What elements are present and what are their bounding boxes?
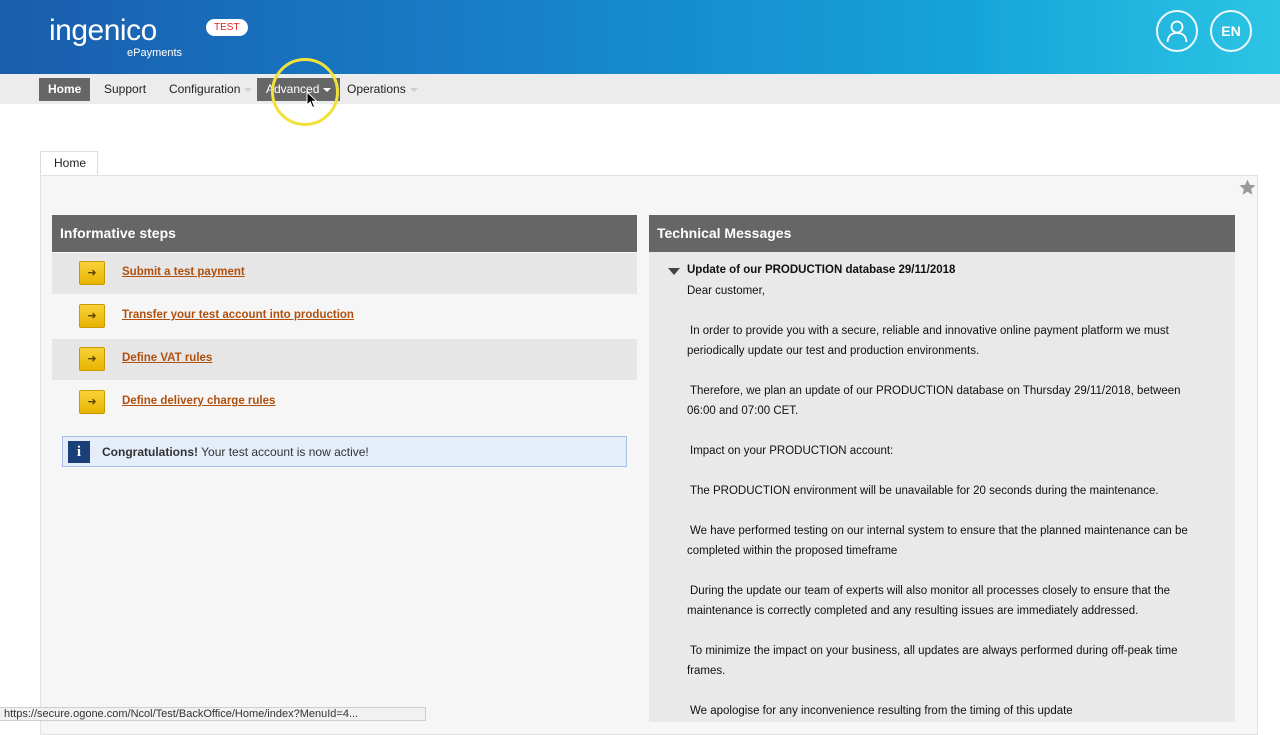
nav-configuration-label: Configuration	[169, 82, 241, 96]
technical-messages-title: Technical Messages	[649, 215, 1235, 252]
step-item: ➜ Submit a test payment	[52, 253, 637, 294]
favorite-star-icon[interactable]	[1238, 178, 1257, 197]
browser-status-url: https://secure.ogone.com/Ncol/Test/BackO…	[0, 707, 426, 721]
nav-support-label: Support	[104, 82, 147, 96]
logo-main-text: ingenico	[49, 14, 157, 47]
user-icon	[1166, 20, 1188, 43]
nav-home[interactable]: Home	[39, 78, 91, 101]
notice-strong: Congratulations!	[102, 445, 198, 459]
message-line: The PRODUCTION environment will be unava…	[690, 485, 1159, 497]
notice-body: Your test account is now active!	[198, 445, 369, 459]
message-title[interactable]: Update of our PRODUCTION database 29/11/…	[687, 264, 955, 276]
collapse-triangle-icon[interactable]	[668, 268, 680, 275]
message-line: In order to provide you with a secure, r…	[687, 325, 1169, 357]
submit-test-payment-link[interactable]: Submit a test payment	[122, 266, 245, 278]
technical-messages-body: Update of our PRODUCTION database 29/11/…	[649, 252, 1235, 722]
transfer-to-production-link[interactable]: Transfer your test account into producti…	[122, 309, 354, 321]
chevron-down-icon	[244, 87, 253, 92]
nav-operations-label: Operations	[347, 82, 406, 96]
step-item: ➜ Transfer your test account into produc…	[52, 296, 637, 337]
account-active-notice: i Congratulations! Your test account is …	[62, 436, 627, 467]
message-line: We have performed testing on our interna…	[687, 525, 1188, 557]
message-line: Impact on your PRODUCTION account:	[690, 445, 894, 457]
define-delivery-charge-rules-link[interactable]: Define delivery charge rules	[122, 395, 275, 407]
step-item: ➜ Define VAT rules	[52, 339, 637, 380]
click-highlight-ring	[271, 58, 339, 126]
env-badge: TEST	[206, 19, 248, 36]
logo-sub-text: ePayments	[127, 47, 183, 59]
define-vat-rules-link[interactable]: Define VAT rules	[122, 352, 212, 364]
arrow-right-icon[interactable]: ➜	[79, 347, 105, 371]
top-header: ingenico ePayments TEST EN	[0, 0, 1280, 74]
informative-steps-title: Informative steps	[52, 215, 637, 252]
nav-support[interactable]: Support	[95, 78, 155, 101]
arrow-right-icon[interactable]: ➜	[79, 304, 105, 328]
user-account-button[interactable]	[1156, 10, 1198, 52]
step-item: ➜ Define delivery charge rules	[52, 382, 637, 423]
ingenico-logo[interactable]: ingenico ePayments	[49, 14, 182, 59]
message-line: Therefore, we plan an update of our PROD…	[687, 385, 1181, 417]
language-button[interactable]: EN	[1210, 10, 1252, 52]
notice-message: Congratulations! Your test account is no…	[102, 445, 369, 459]
mouse-pointer-icon	[306, 91, 318, 109]
arrow-right-icon[interactable]: ➜	[79, 390, 105, 414]
nav-configuration[interactable]: Configuration	[160, 78, 261, 101]
chevron-down-icon	[409, 87, 418, 92]
main-nav: Home Support Configuration Advanced Oper…	[0, 74, 1280, 104]
nav-operations[interactable]: Operations	[338, 78, 427, 101]
arrow-right-icon[interactable]: ➜	[79, 261, 105, 285]
message-line: During the update our team of experts wi…	[687, 585, 1171, 617]
nav-home-label: Home	[48, 82, 82, 96]
tab-home[interactable]: Home	[40, 151, 98, 175]
info-icon: i	[68, 441, 90, 463]
message-line: Dear customer,	[687, 285, 765, 297]
message-line: To minimize the impact on your business,…	[687, 645, 1178, 677]
message-line: We apologise for any inconvenience resul…	[690, 705, 1073, 717]
